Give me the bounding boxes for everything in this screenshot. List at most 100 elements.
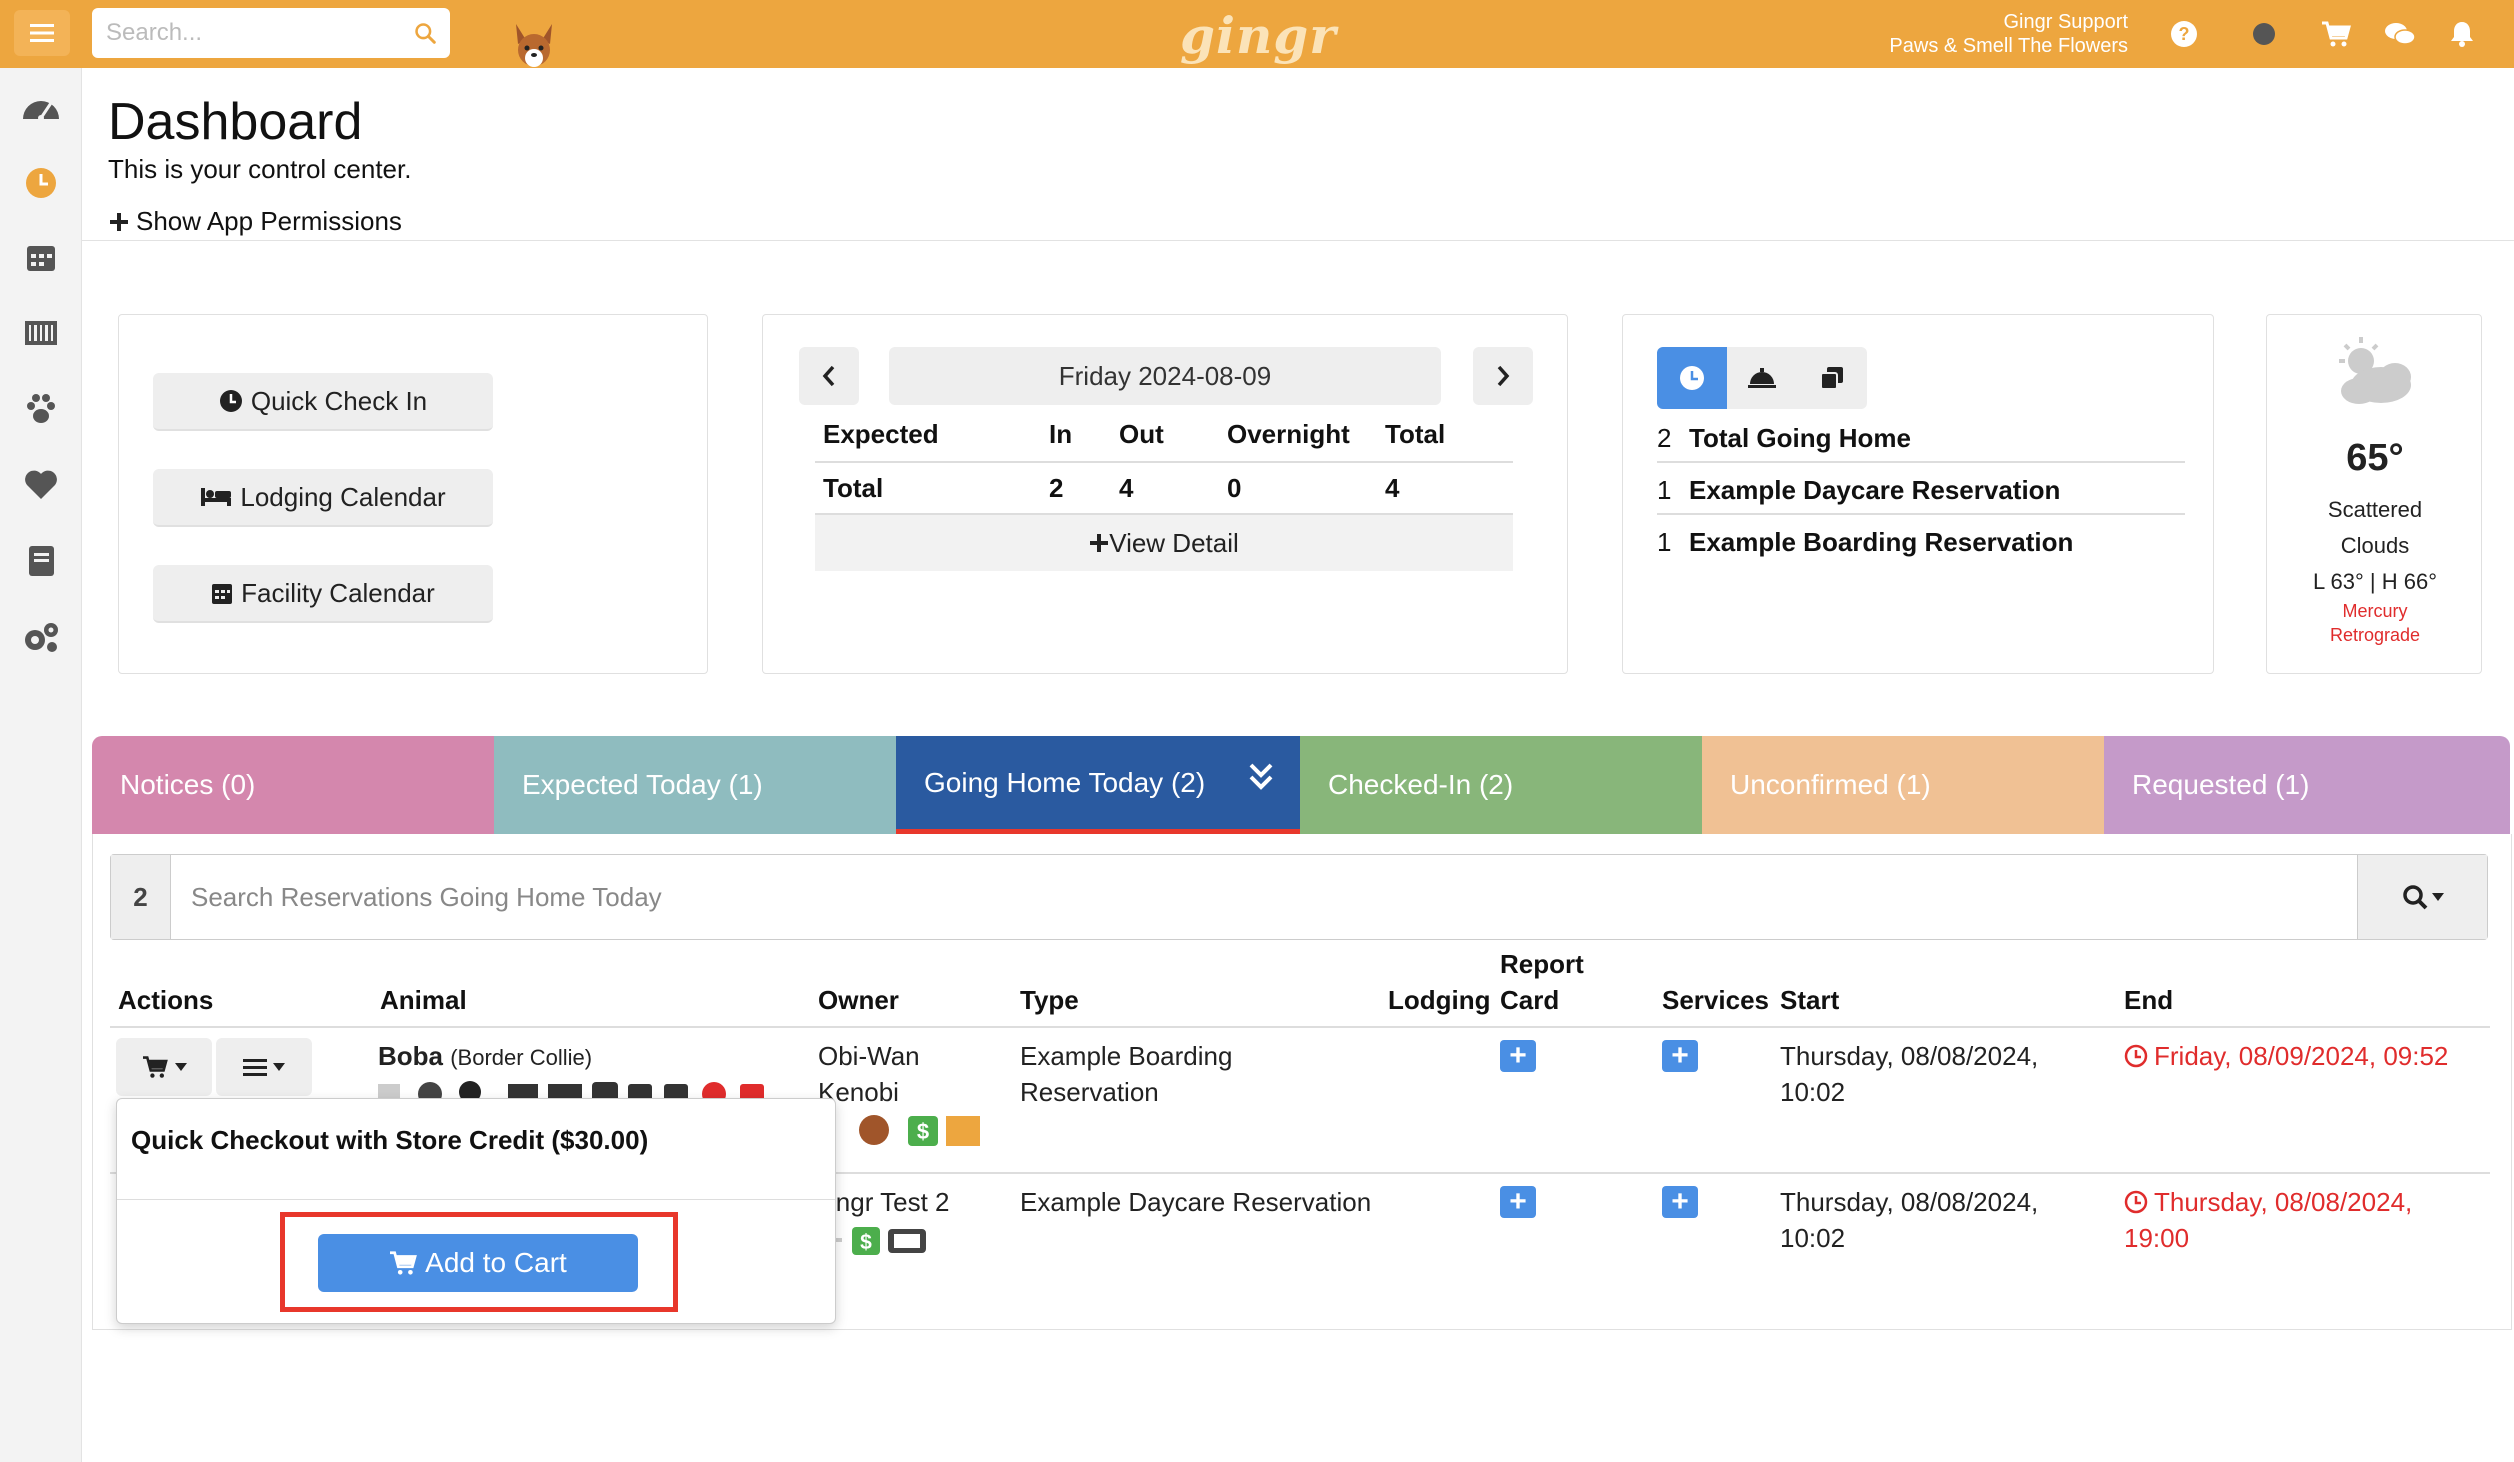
header-overnight: Overnight [1227,419,1350,449]
partly-cloudy-icon [2339,337,2411,404]
going-home-label: Example Daycare Reservation [1689,474,2061,505]
dashboard-icon[interactable] [20,86,62,128]
settings-icon[interactable] [20,616,62,658]
tab-unconfirmed[interactable]: Unconfirmed (1) [1702,736,2104,834]
column-report-card-line2[interactable]: Card [1500,982,1559,1018]
copy-view-toggle[interactable] [1797,347,1867,409]
going-home-divider [1657,461,2185,463]
add-to-cart-button[interactable]: Add to Cart [318,1234,638,1292]
show-permissions-link[interactable]: Show App Permissions [108,206,402,237]
paw-icon[interactable] [20,388,62,430]
current-date[interactable]: Friday 2024-08-09 [889,347,1441,405]
animal-name[interactable]: Boba [378,1041,443,1071]
column-owner[interactable]: Owner [818,982,899,1018]
add-report-card-button[interactable]: + [1500,1186,1536,1218]
going-home-row: 2 Total Going Home [1657,413,2177,463]
reservation-type-line1: Example Boarding [1020,1041,1233,1071]
copy-icon [1820,367,1843,390]
header-in: In [1049,419,1073,449]
reservation-search-input[interactable] [171,855,2357,939]
previous-day-button[interactable] [799,347,859,405]
help-icon[interactable]: ? [2168,18,2200,50]
tab-notices[interactable]: Notices (0) [92,736,494,834]
quick-check-in-button[interactable]: Quick Check In [153,373,493,431]
column-animal[interactable]: Animal [380,982,467,1018]
sidebar [0,68,82,1462]
tab-requested[interactable]: Requested (1) [2104,736,2510,834]
book-icon[interactable] [20,540,62,582]
cart-icon [143,1056,168,1078]
start-date-line1: Thursday, 08/08/2024, [1780,1041,2039,1071]
global-search-input[interactable] [106,19,396,47]
clock-icon[interactable] [20,162,62,204]
value-out: 4 [1119,473,1134,503]
start-date-line1: Thursday, 08/08/2024, [1780,1187,2039,1217]
actions-menu-button[interactable] [216,1038,312,1096]
next-day-button[interactable] [1473,347,1533,405]
value-in: 2 [1049,473,1064,503]
status-dot-icon[interactable] [2248,18,2280,50]
bell-icon[interactable] [2446,18,2478,50]
tab-unconfirmed-label: Unconfirmed (1) [1730,769,1931,800]
column-type[interactable]: Type [1020,982,1079,1018]
reservation-count: 2 [111,855,171,939]
tab-going-home-today[interactable]: Going Home Today (2) [896,736,1300,834]
owner-name-line1[interactable]: ingr Test 2 [830,1184,949,1220]
lodging-calendar-button[interactable]: Lodging Calendar [153,469,493,527]
svg-text:$: $ [917,1119,929,1144]
cart-icon [390,1251,418,1275]
animal-breed: (Border Collie) [450,1045,593,1070]
tab-requested-label: Requested (1) [2132,769,2310,800]
add-service-button[interactable]: + [1662,1040,1698,1072]
reservation-search-button[interactable] [2357,855,2487,939]
cart-dropdown-button[interactable] [116,1038,212,1096]
header-total: Total [1385,419,1446,449]
gingr-logo[interactable]: gingr [1180,6,1337,65]
tab-expected-today[interactable]: Expected Today (1) [494,736,896,834]
start-date-line2: 10:02 [1780,1223,1846,1253]
bell-service-icon [1748,368,1776,388]
chat-icon[interactable] [2384,18,2416,50]
add-report-card-button[interactable]: + [1500,1040,1536,1072]
reservation-search-bar: 2 [110,854,2488,940]
tab-checked-in[interactable]: Checked-In (2) [1300,736,1702,834]
going-home-row: 1 Example Boarding Reservation [1657,517,2177,567]
add-service-button[interactable]: + [1662,1186,1698,1218]
column-start[interactable]: Start [1780,982,1839,1018]
reservation-type-line2: Reservation [1020,1077,1159,1107]
hamburger-icon [30,24,54,42]
tab-expected-today-label: Expected Today (1) [522,769,763,800]
user-name: Gingr Support [2003,11,2128,33]
weather-card: 65° Scattered Clouds L 63° | H 66° Mercu… [2266,314,2482,674]
quick-actions-card: Quick Check In Lodging Calendar Facility… [118,314,708,674]
caret-down-icon [273,1063,285,1071]
clock-icon [2124,1044,2148,1068]
cart-icon[interactable] [2320,18,2352,50]
service-view-toggle[interactable] [1727,347,1797,409]
owner-name-line1[interactable]: Obi-Wan [818,1038,920,1074]
calendar-icon[interactable] [20,236,62,278]
barcode-icon[interactable] [20,312,62,354]
chevron-right-icon [1497,365,1510,387]
plus-icon [1090,534,1109,552]
owner-status-icons: $ [830,1227,926,1255]
column-end[interactable]: End [2124,982,2173,1018]
column-services[interactable]: Services [1662,982,1769,1018]
weather-temperature: 65° [2346,437,2404,479]
column-actions[interactable]: Actions [118,982,213,1018]
time-view-toggle[interactable] [1657,347,1727,409]
header-expected: Expected [823,419,939,449]
top-bar: gingr Gingr Support Paws & Smell The Flo… [0,0,2514,68]
going-home-label: Total Going Home [1689,422,1911,453]
user-info[interactable]: Gingr Support Paws & Smell The Flowers [1889,10,2128,58]
popover-divider [117,1199,835,1200]
column-lodging[interactable]: Lodging [1388,982,1491,1018]
search-icon[interactable] [414,20,436,46]
facility-calendar-button[interactable]: Facility Calendar [153,565,493,623]
value-total: 4 [1385,473,1400,503]
menu-button[interactable] [14,10,70,56]
animal-cell: Boba (Border Collie) [378,1038,592,1076]
heart-icon[interactable] [20,464,62,506]
view-detail-button[interactable]: View Detail [815,515,1513,571]
column-report-card-line1[interactable]: Report [1500,946,1584,982]
